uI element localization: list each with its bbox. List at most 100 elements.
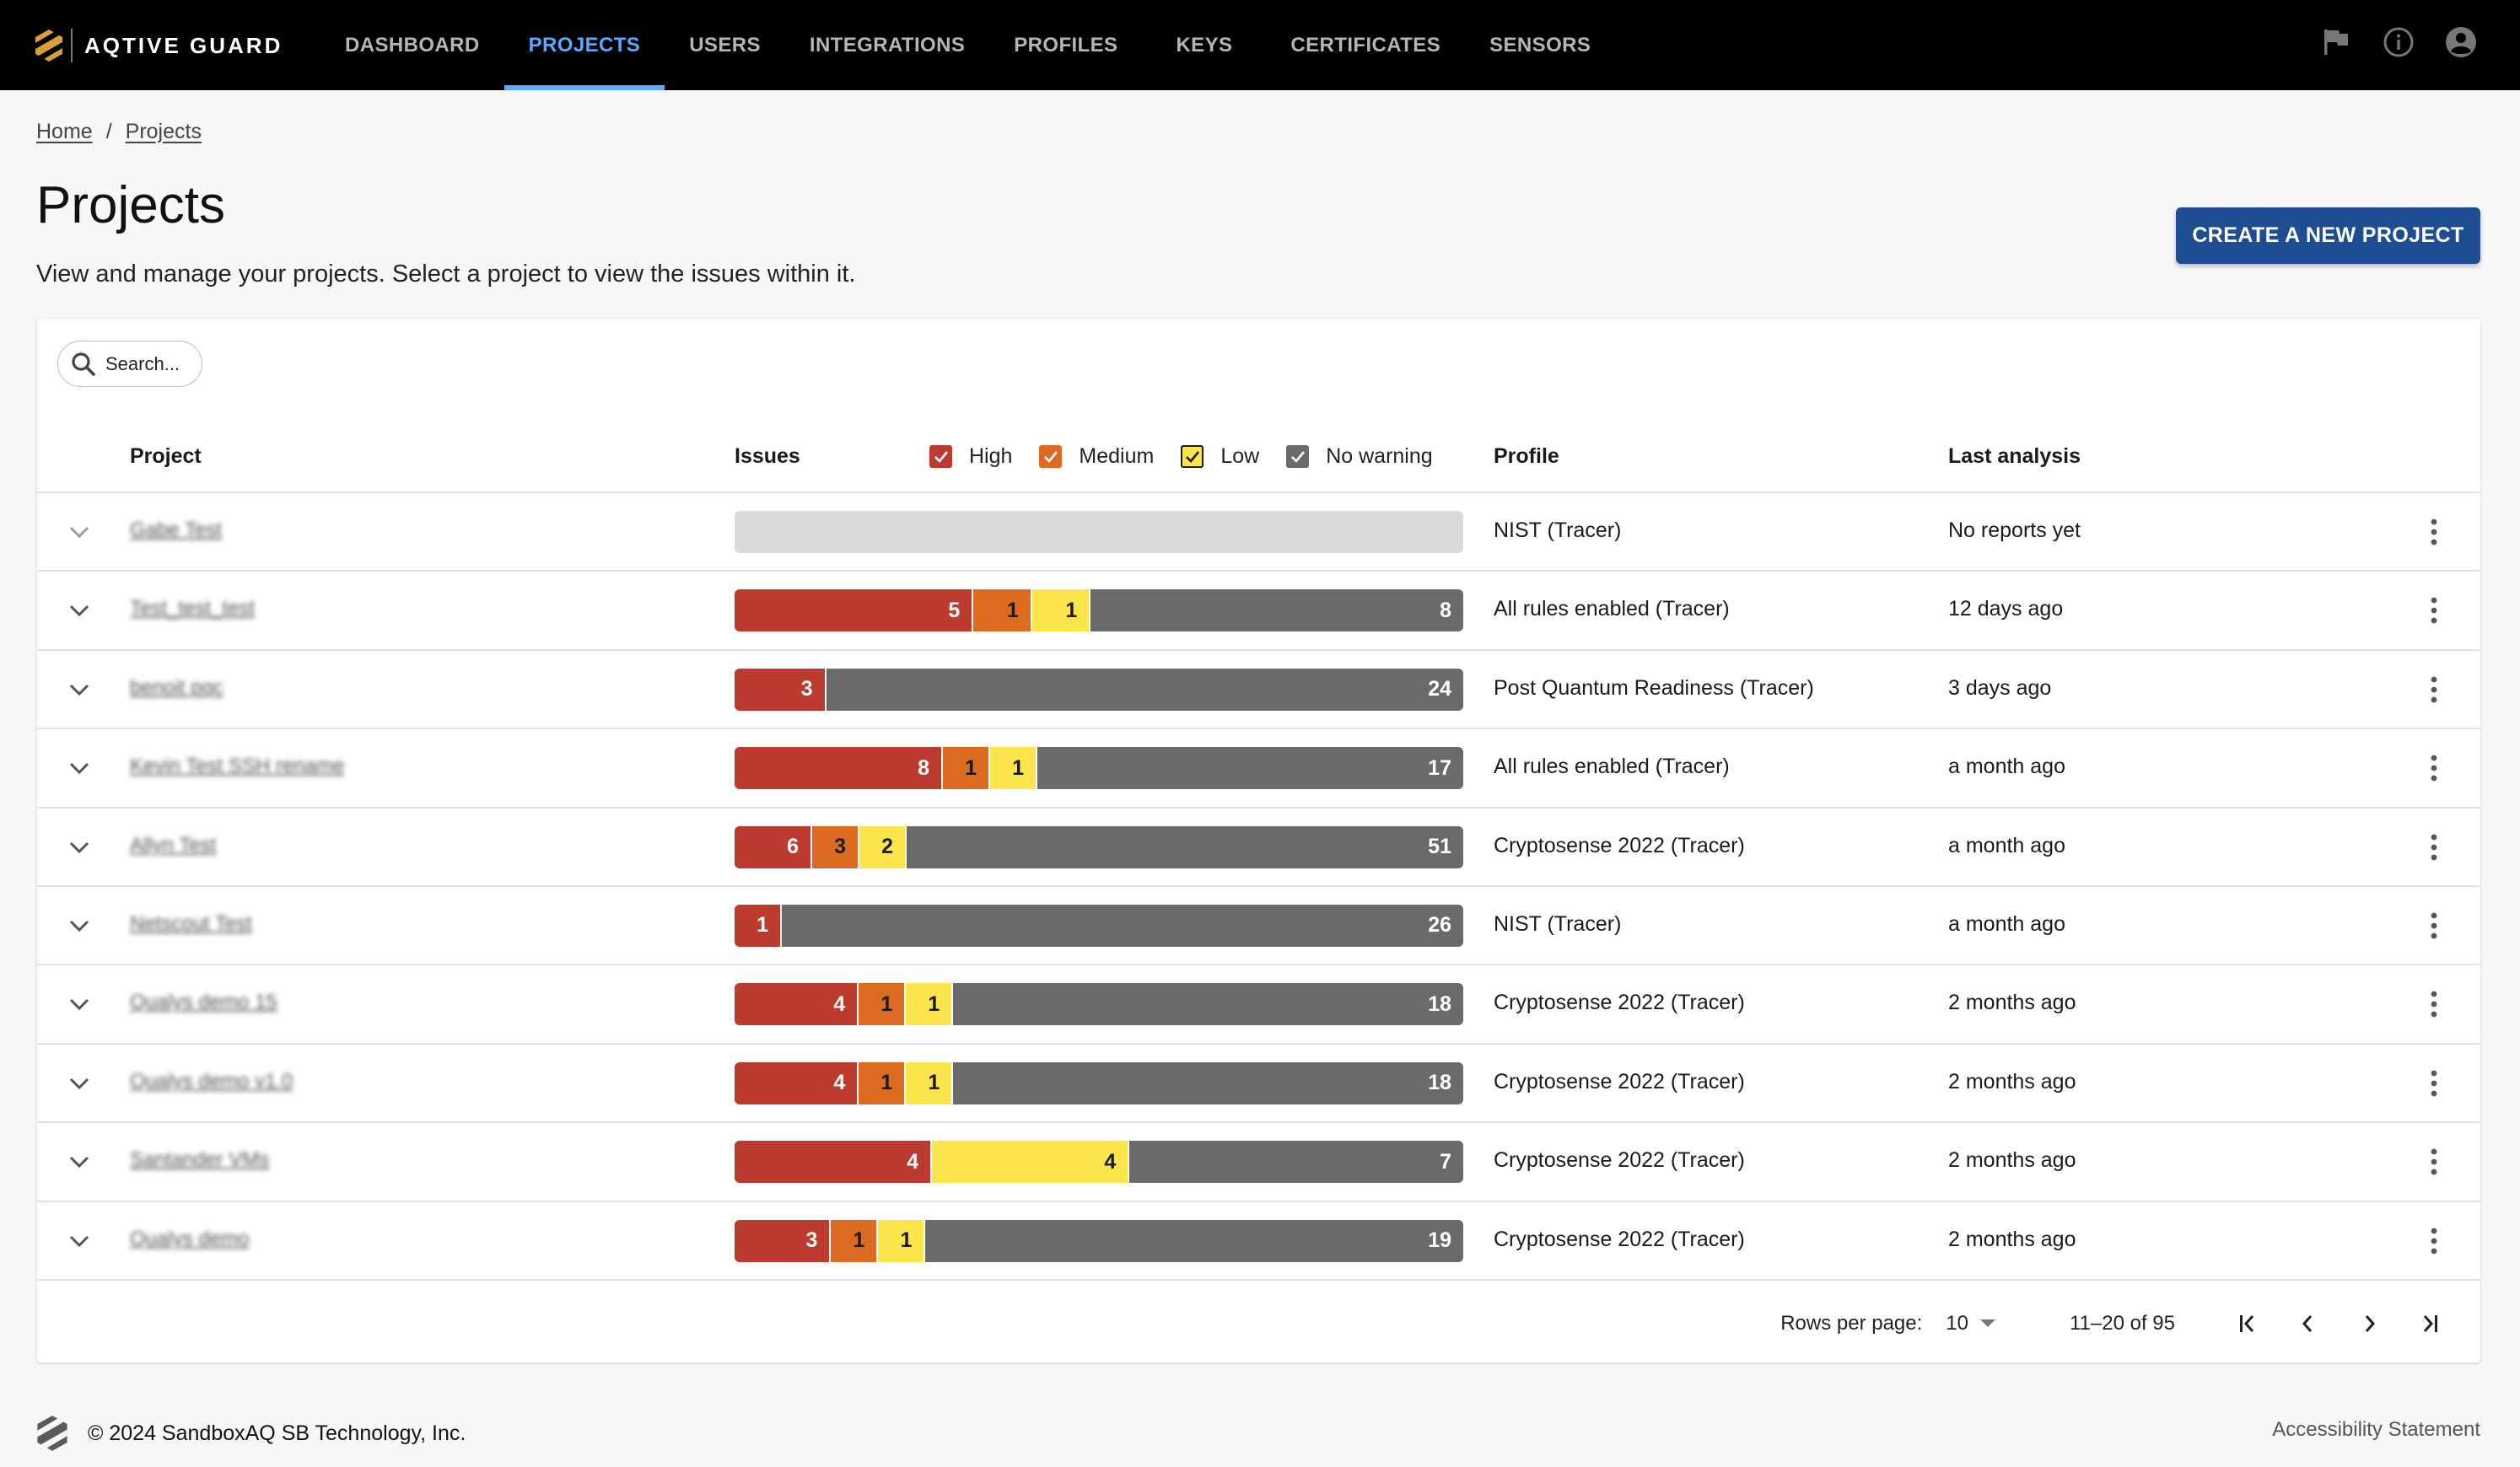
issues-segment-low[interactable]: 1 (878, 1219, 926, 1262)
issues-segment-high[interactable]: 3 (735, 668, 827, 711)
row-actions-button[interactable] (2417, 909, 2451, 943)
issues-segment-low[interactable]: 2 (859, 825, 907, 868)
issues-segment-low[interactable]: 1 (1031, 589, 1091, 632)
nav-keys[interactable]: KEYS (1142, 0, 1266, 90)
project-name-link[interactable]: Qualys demo (130, 1228, 249, 1251)
expand-row-button[interactable] (62, 987, 96, 1021)
create-project-button[interactable]: CREATE A NEW PROJECT (2176, 207, 2480, 264)
search-input[interactable] (105, 352, 190, 375)
expand-row-button[interactable] (62, 673, 96, 707)
issues-segment-none[interactable]: 8 (1090, 589, 1463, 632)
issues-bar[interactable]: 3 24 (735, 668, 1463, 711)
nav-profiles[interactable]: PROFILES (989, 0, 1142, 90)
issues-segment-medium[interactable]: 1 (943, 747, 991, 790)
issues-segment-none[interactable]: 18 (953, 1061, 1463, 1104)
brand-logo[interactable]: AQTIVE GUARD (34, 27, 283, 64)
column-header-last-analysis[interactable]: Last analysis (1948, 420, 2081, 493)
issues-segment-low[interactable]: 4 (932, 1141, 1130, 1184)
issues-segment-medium[interactable]: 1 (973, 589, 1032, 632)
legend-medium-toggle[interactable]: Medium (1039, 444, 1154, 469)
legend-high-toggle[interactable]: High (929, 444, 1012, 469)
issues-segment-high[interactable]: 1 (735, 904, 782, 947)
issues-bar[interactable]: 6 3 2 51 (735, 825, 1463, 868)
row-actions-button[interactable] (2417, 751, 2451, 785)
info-icon[interactable] (2382, 25, 2415, 59)
issues-segment-high[interactable]: 5 (735, 589, 974, 632)
issues-segment-medium[interactable]: 1 (859, 1061, 907, 1104)
issues-segment-none[interactable]: 19 (925, 1219, 1463, 1262)
project-name-link[interactable]: Allyn Test (130, 834, 216, 857)
nav-sensors[interactable]: SENSORS (1465, 0, 1615, 90)
issues-segment-high[interactable]: 4 (735, 1061, 859, 1104)
nav-projects[interactable]: PROJECTS (503, 0, 665, 90)
table-row[interactable]: Qualys demo 3 1 1 19 Cryptosense 2022 (Tracer… (37, 1202, 2480, 1281)
project-name-link[interactable]: Test_test_test (130, 597, 255, 621)
issues-bar[interactable]: 8 1 1 17 (735, 747, 1463, 790)
table-row[interactable]: Qualys demo 15 4 1 1 18 Cryptosense 2022 (Tra… (37, 965, 2480, 1045)
legend-medium-checkbox[interactable] (1039, 445, 1063, 468)
issues-segment-high[interactable]: 3 (735, 1219, 832, 1262)
issues-segment-low[interactable]: 1 (906, 1061, 954, 1104)
table-row[interactable]: Allyn Test 6 3 2 51 Cryptosense 2022 (Tracer)… (37, 809, 2480, 887)
table-row[interactable]: Netscout Test 1 26 NIST (Tracer) a month ago (37, 887, 2480, 966)
issues-segment-medium[interactable]: 1 (831, 1219, 879, 1262)
issues-segment-high[interactable]: 4 (735, 983, 859, 1026)
table-row[interactable]: Kevin Test SSH rename 8 1 1 17 All rules enab… (37, 729, 2480, 809)
issues-segment-medium[interactable]: 1 (859, 983, 907, 1026)
issues-segment-high[interactable]: 8 (735, 747, 944, 790)
project-name-link[interactable]: Netscout Test (130, 912, 252, 936)
legend-low-checkbox[interactable] (1181, 445, 1204, 468)
issues-segment-low[interactable]: 1 (990, 747, 1038, 790)
rows-per-page-select[interactable]: 10 (1946, 1312, 1995, 1335)
project-name-link[interactable]: Qualys demo v1.0 (130, 1070, 293, 1094)
issues-bar[interactable]: 3 1 1 19 (735, 1219, 1463, 1262)
accessibility-statement-link[interactable]: Accessibility Statement (2272, 1418, 2480, 1442)
column-header-profile[interactable]: Profile (1494, 420, 1559, 493)
issues-bar-empty[interactable] (735, 511, 1463, 553)
row-actions-button[interactable] (2417, 1145, 2451, 1179)
project-name-link[interactable]: Santander VMs (130, 1148, 269, 1172)
issues-segment-none[interactable]: 17 (1037, 747, 1463, 790)
next-page-button[interactable] (2339, 1298, 2399, 1349)
expand-row-button[interactable] (62, 909, 96, 943)
table-row[interactable]: benoit pqc 3 24 Post Quantum Readiness (Tra… (37, 651, 2480, 730)
row-actions-button[interactable] (2417, 1067, 2451, 1100)
expand-row-button[interactable] (62, 1224, 96, 1258)
row-actions-button[interactable] (2417, 830, 2451, 864)
expand-row-button[interactable] (62, 1145, 96, 1179)
breadcrumb-projects[interactable]: Projects (126, 120, 202, 144)
project-name-link[interactable]: Kevin Test SSH rename (130, 755, 344, 778)
table-row[interactable]: Gabe Test NIST (Tracer) No reports yet (37, 493, 2480, 572)
expand-row-button[interactable] (62, 515, 96, 549)
issues-segment-low[interactable]: 1 (906, 983, 954, 1026)
issues-bar[interactable]: 5 1 1 8 (735, 589, 1463, 632)
nav-certificates[interactable]: CERTIFICATES (1266, 0, 1465, 90)
expand-row-button[interactable] (62, 751, 96, 785)
row-actions-button[interactable] (2417, 673, 2451, 707)
row-actions-button[interactable] (2417, 515, 2451, 549)
issues-bar[interactable]: 4 1 1 18 (735, 1061, 1463, 1104)
issues-segment-medium[interactable]: 3 (812, 825, 859, 868)
row-actions-button[interactable] (2417, 987, 2451, 1021)
nav-dashboard[interactable]: DASHBOARD (320, 0, 504, 90)
previous-page-button[interactable] (2278, 1298, 2339, 1349)
breadcrumb-home[interactable]: Home (36, 120, 93, 144)
issues-segment-none[interactable]: 7 (1129, 1141, 1463, 1184)
nav-users[interactable]: USERS (665, 0, 785, 90)
search-field[interactable] (57, 341, 202, 387)
expand-row-button[interactable] (62, 830, 96, 864)
legend-high-checkbox[interactable] (929, 445, 952, 468)
issues-segment-high[interactable]: 6 (735, 825, 812, 868)
last-page-button[interactable] (2399, 1298, 2460, 1349)
issues-bar[interactable]: 4 4 7 (735, 1141, 1463, 1184)
project-name-link[interactable]: benoit pqc (130, 676, 223, 700)
table-row[interactable]: Test_test_test 5 1 1 8 All rules enabled (Tra… (37, 572, 2480, 651)
legend-none-toggle[interactable]: No warning (1286, 444, 1433, 469)
column-header-project[interactable]: Project (130, 420, 202, 493)
first-page-button[interactable] (2217, 1298, 2278, 1349)
legend-none-checkbox[interactable] (1286, 445, 1310, 468)
row-actions-button[interactable] (2417, 594, 2451, 627)
issues-bar[interactable]: 4 1 1 18 (735, 983, 1463, 1026)
table-row[interactable]: Santander VMs 4 4 7 Cryptosense 2022 (Tracer… (37, 1123, 2480, 1202)
flag-icon[interactable] (2319, 25, 2353, 59)
